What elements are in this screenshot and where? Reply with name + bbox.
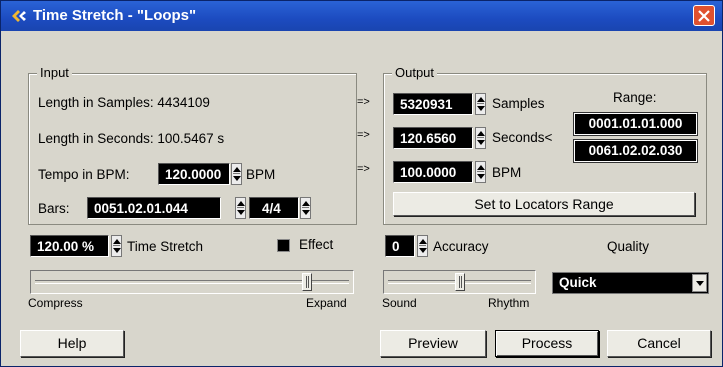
tempo-label: Tempo in BPM: <box>38 167 130 182</box>
time-stretch-label: Time Stretch <box>127 239 204 254</box>
accuracy-spinner[interactable] <box>417 235 428 257</box>
output-bpm-input[interactable]: 100.0000 <box>393 161 473 183</box>
signature-spinner[interactable] <box>235 197 246 219</box>
range-label: Range: <box>613 90 657 105</box>
tempo-spinner[interactable] <box>231 163 242 185</box>
output-samples-input[interactable]: 5320931 <box>393 93 473 115</box>
window-title: Time Stretch - "Loops" <box>33 7 197 24</box>
length-in-seconds-label: Length in Seconds: 100.5467 s <box>38 131 225 146</box>
help-button[interactable]: Help <box>20 330 124 357</box>
rhythm-label: Rhythm <box>488 296 530 310</box>
output-group-label: Output <box>392 65 438 80</box>
sound-label: Sound <box>382 296 417 310</box>
range-start-field[interactable]: 0001.01.01.000 <box>573 112 698 136</box>
time-stretch-slider-thumb[interactable] <box>302 273 312 291</box>
accuracy-slider[interactable] <box>383 270 536 294</box>
time-stretch-dialog: Time Stretch - "Loops" Input Length in S… <box>0 0 723 367</box>
cancel-button[interactable]: Cancel <box>607 330 711 357</box>
output-bpm-unit: BPM <box>492 165 522 180</box>
expand-label: Expand <box>306 296 347 310</box>
preview-button[interactable]: Preview <box>380 330 486 357</box>
tempo-input[interactable]: 120.0000 <box>158 163 230 185</box>
accuracy-label: Accuracy <box>433 239 489 254</box>
signature-input[interactable]: 4/4 <box>249 197 299 219</box>
set-to-locators-range-button[interactable]: Set to Locators Range <box>393 192 695 216</box>
cubase-logo-icon <box>12 10 26 22</box>
time-stretch-slider[interactable] <box>30 270 354 294</box>
tempo-unit-label: BPM <box>246 167 276 182</box>
bpm-arrow: => <box>357 163 370 175</box>
quality-selected-value: Quick <box>559 275 597 290</box>
accuracy-slider-thumb[interactable] <box>455 273 465 291</box>
time-stretch-spinner[interactable] <box>111 235 122 257</box>
range-end-field[interactable]: 0061.02.02.030 <box>573 139 698 163</box>
compress-label: Compress <box>28 296 83 310</box>
bars-input[interactable]: 0051.02.01.044 <box>87 197 221 219</box>
output-samples-spinner[interactable] <box>475 93 486 115</box>
samples-arrow: => <box>357 96 370 108</box>
output-seconds-input[interactable]: 120.6560 <box>393 127 473 149</box>
close-button[interactable] <box>693 5 715 26</box>
chevron-down-icon[interactable] <box>692 274 707 292</box>
close-icon <box>698 10 710 22</box>
quality-select[interactable]: Quick <box>552 272 709 294</box>
title-bar[interactable]: Time Stretch - "Loops" <box>1 1 722 31</box>
bars-label: Bars: <box>38 201 70 216</box>
time-stretch-input[interactable]: 120.00 % <box>30 235 109 257</box>
process-button[interactable]: Process <box>495 330 599 357</box>
output-bpm-spinner[interactable] <box>475 161 486 183</box>
length-in-samples-label: Length in Samples: 4434109 <box>38 95 210 110</box>
seconds-arrow: => <box>357 129 370 141</box>
output-seconds-spinner[interactable] <box>475 127 486 149</box>
effect-checkbox[interactable] <box>277 239 290 252</box>
effect-label: Effect <box>299 237 334 252</box>
output-seconds-unit: Seconds< <box>492 130 553 145</box>
accuracy-input[interactable]: 0 <box>385 235 415 257</box>
signature-denominator-spinner[interactable] <box>300 197 311 219</box>
quality-label: Quality <box>607 239 650 254</box>
output-samples-unit: Samples <box>492 96 545 111</box>
input-group-label: Input <box>37 65 72 80</box>
